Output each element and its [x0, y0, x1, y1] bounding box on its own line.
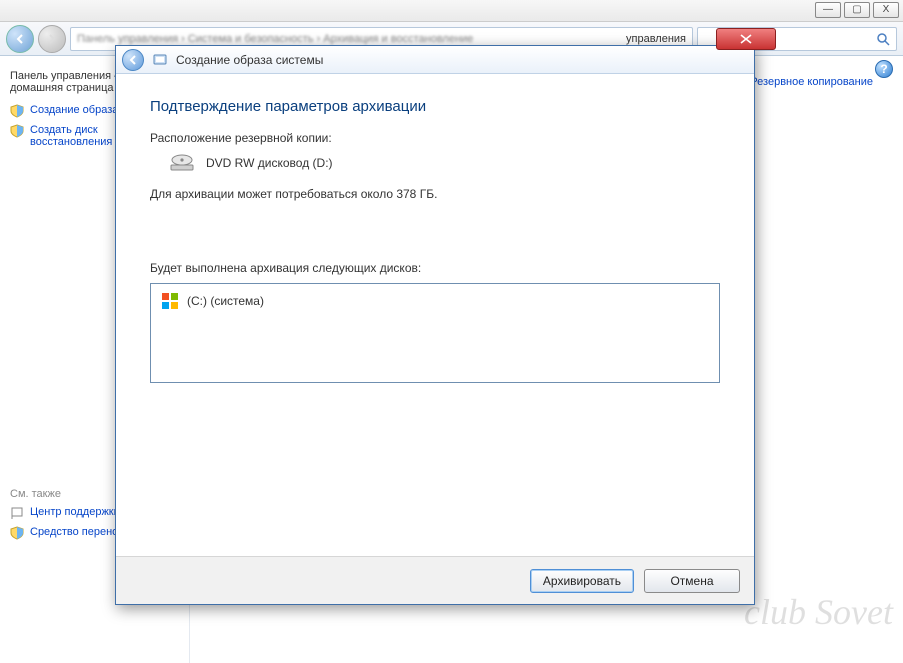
dialog-footer: Архивировать Отмена: [116, 556, 754, 604]
backup-location-label: Расположение резервной копии:: [150, 131, 720, 145]
maximize-button[interactable]: ▢: [844, 2, 870, 18]
cancel-button[interactable]: Отмена: [644, 569, 740, 593]
close-button[interactable]: X: [873, 2, 899, 18]
help-icon[interactable]: ?: [875, 60, 893, 78]
windows-logo-icon: [161, 292, 179, 310]
backup-size-note: Для архивации может потребоваться около …: [150, 187, 720, 201]
address-tail: управления: [626, 33, 686, 45]
shield-icon: [10, 124, 24, 138]
shield-icon: [10, 526, 24, 540]
disks-list: (C:) (система): [150, 283, 720, 383]
dialog-heading: Подтверждение параметров архивации: [150, 98, 720, 115]
browser-top-strip: [0, 0, 903, 22]
parent-window-close-button[interactable]: [716, 28, 776, 50]
minimize-button[interactable]: —: [815, 2, 841, 18]
disk-row-c: (C:) (система): [161, 292, 709, 310]
dialog-titlebar: Создание образа системы: [116, 46, 754, 74]
backup-location-value: DVD RW дисковод (D:): [168, 153, 720, 173]
dialog-title-text: Создание образа системы: [176, 53, 323, 67]
dvd-drive-icon: [168, 153, 196, 173]
flag-icon: [10, 506, 24, 520]
system-image-icon: [152, 52, 168, 68]
system-image-dialog: Создание образа системы Подтверждение па…: [115, 45, 755, 605]
window-controls: — ▢ X: [815, 2, 899, 18]
address-crumb-blurred: Панель управления › Система и безопаснос…: [77, 33, 473, 45]
shield-icon: [10, 104, 24, 118]
search-icon: [876, 32, 890, 46]
disk-c-label: (C:) (система): [187, 294, 264, 308]
nav-forward-button[interactable]: [38, 25, 66, 53]
dialog-back-button[interactable]: [122, 49, 144, 71]
disks-list-label: Будет выполнена архивация следующих диск…: [150, 261, 720, 275]
nav-back-button[interactable]: [6, 25, 34, 53]
link-action-center-label: Центр поддержки: [30, 506, 120, 518]
start-backup-button[interactable]: Архивировать: [530, 569, 634, 593]
dialog-body: Подтверждение параметров архивации Распо…: [116, 74, 754, 556]
dvd-drive-label: DVD RW дисковод (D:): [206, 156, 333, 170]
